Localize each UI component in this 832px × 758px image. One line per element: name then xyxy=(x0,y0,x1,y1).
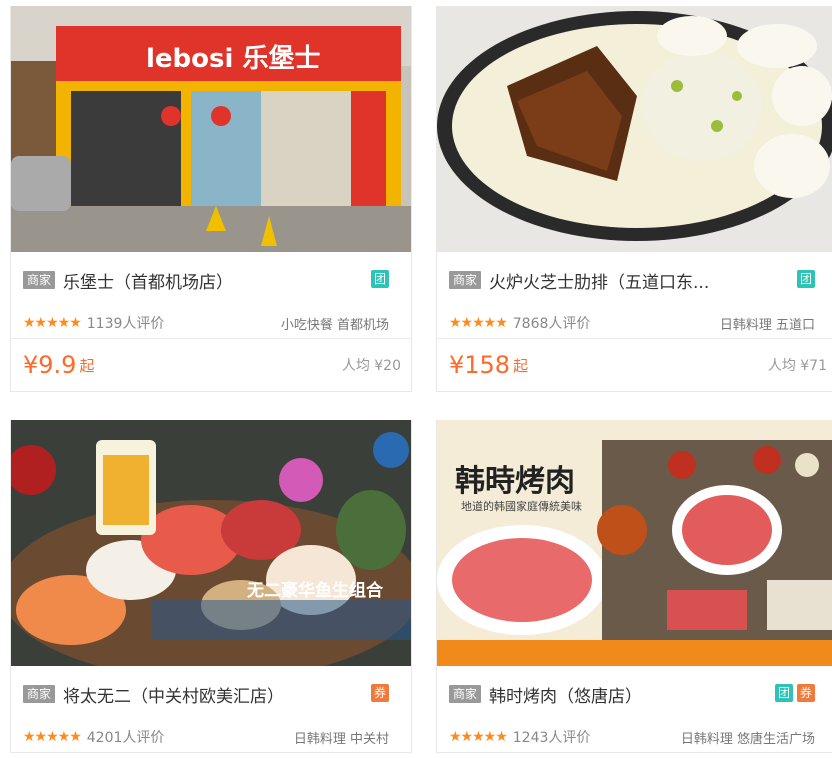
image-subtitle: 地道的韩國家庭傳統美味 xyxy=(461,500,582,513)
average-price: 人均 ¥71 xyxy=(767,358,827,374)
deal-card[interactable]: 商家 火炉火芝士肋排（五道口东... 团 ★★★★★ 7868人评价 日韩料理 … xyxy=(436,6,832,392)
deal-card[interactable]: 韩時烤肉 地道的韩國家庭傳統美味 商家 韩时烤肉（悠唐店） 团 券 ★★★★★ … xyxy=(436,420,832,753)
price-suffix: 起 xyxy=(513,356,529,375)
group-deal-badge: 团 xyxy=(797,270,815,288)
image-title: 韩時烤肉 xyxy=(455,464,575,499)
shop-name[interactable]: 火炉火芝士肋排（五道口东... xyxy=(489,268,709,293)
shop-tag: 商家 xyxy=(449,685,482,703)
rating-stars: ★★★★★ xyxy=(23,729,82,745)
category-tags: 小吃快餐 首都机场 xyxy=(280,317,389,333)
group-deal-badge: 团 xyxy=(775,684,793,702)
review-count[interactable]: 7868人评价 xyxy=(513,313,591,333)
card-image[interactable] xyxy=(437,6,832,252)
rating-stars: ★★★★★ xyxy=(449,729,508,745)
group-deal-badge: 团 xyxy=(371,270,389,288)
review-count[interactable]: 1139人评价 xyxy=(87,313,165,333)
coupon-badge: 券 xyxy=(371,684,389,702)
review-count[interactable]: 4201人评价 xyxy=(87,727,165,747)
category-tags: 日韩料理 五道口 xyxy=(719,317,815,333)
review-count[interactable]: 1243人评价 xyxy=(513,727,591,747)
sashimi-photo xyxy=(11,420,411,666)
shop-tag: 商家 xyxy=(449,271,482,289)
card-image[interactable]: 无二豪华鱼生组合 xyxy=(11,420,411,666)
price-suffix: 起 xyxy=(79,356,95,375)
shop-tag: 商家 xyxy=(23,271,56,289)
store-sign: lebosi 乐堡士 xyxy=(146,44,321,74)
coupon-badge: 券 xyxy=(797,684,815,702)
shop-name[interactable]: 将太无二（中关村欧美汇店） xyxy=(63,682,284,707)
food-photo xyxy=(437,6,832,252)
average-price: 人均 ¥20 xyxy=(341,358,401,374)
shop-name[interactable]: 韩时烤肉（悠唐店） xyxy=(489,682,642,707)
deal-card[interactable]: 无二豪华鱼生组合 商家 将太无二（中关村欧美汇店） 券 ★★★★★ 4201人评… xyxy=(10,420,412,753)
card-image[interactable]: 韩時烤肉 地道的韩國家庭傳統美味 xyxy=(437,420,832,666)
rating-stars: ★★★★★ xyxy=(23,315,82,331)
deal-card[interactable]: lebosi 乐堡士 商家 乐堡士（首都机场店） 团 ★★★★★ 1139人评价… xyxy=(10,6,412,392)
rating-stars: ★★★★★ xyxy=(449,315,508,331)
price: ¥158 xyxy=(449,351,511,379)
price: ¥9.9 xyxy=(23,351,77,379)
category-tags: 日韩料理 悠唐生活广场 xyxy=(680,731,815,747)
shop-tag: 商家 xyxy=(23,685,56,703)
card-image[interactable]: lebosi 乐堡士 xyxy=(11,6,411,252)
shop-name[interactable]: 乐堡士（首都机场店） xyxy=(63,268,233,293)
category-tags: 日韩料理 中关村 xyxy=(293,731,389,747)
image-caption: 无二豪华鱼生组合 xyxy=(247,581,383,601)
